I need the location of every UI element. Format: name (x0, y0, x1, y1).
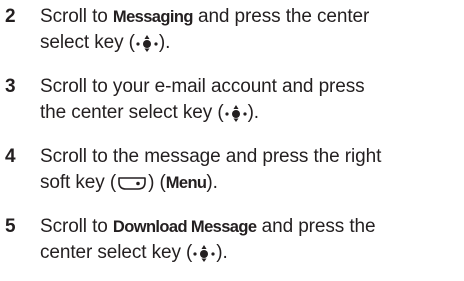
step-text-segment: ) ( (148, 172, 166, 193)
step-number: 3 (5, 76, 16, 97)
step-number: 4 (5, 146, 16, 167)
step-text-segment: center select key ( (40, 242, 193, 263)
step-text: Scroll to the message and press the righ… (40, 144, 460, 196)
right-soft-key-icon (117, 174, 147, 192)
step-text-segment: ). (206, 172, 218, 193)
step-text-segment: ). (158, 32, 171, 53)
step-text-segment: Scroll to the message and press the righ… (40, 146, 382, 167)
step-text: Scroll to your e-mail account and press … (40, 74, 460, 126)
step-text-segment: soft key ( (40, 172, 117, 193)
step-text-segment: select key ( (40, 32, 135, 53)
step-text-segment: Scroll to (40, 216, 113, 237)
menu-keyword: Download Message (112, 218, 257, 236)
step-text-segment: ). (247, 102, 260, 123)
step-text: Scroll to Messaging and press the center… (40, 4, 460, 56)
center-select-key-icon (136, 34, 158, 52)
step-text: Scroll to Download Message and press the… (40, 214, 460, 266)
menu-keyword: Messaging (112, 8, 193, 26)
center-select-key-icon (193, 244, 215, 262)
step-text-segment: Scroll to (40, 6, 113, 27)
step-number: 5 (5, 216, 16, 237)
step-text-segment: ). (216, 242, 228, 263)
center-select-key-icon (224, 104, 247, 122)
step-number: 2 (5, 6, 16, 27)
step-text-segment: the center select key ( (40, 102, 224, 123)
step-text-segment: and press the (256, 216, 376, 237)
step-text-segment: and press the center (192, 6, 370, 27)
step-text-segment: Scroll to your e-mail account and press (40, 76, 365, 97)
menu-keyword: Menu (165, 174, 207, 192)
